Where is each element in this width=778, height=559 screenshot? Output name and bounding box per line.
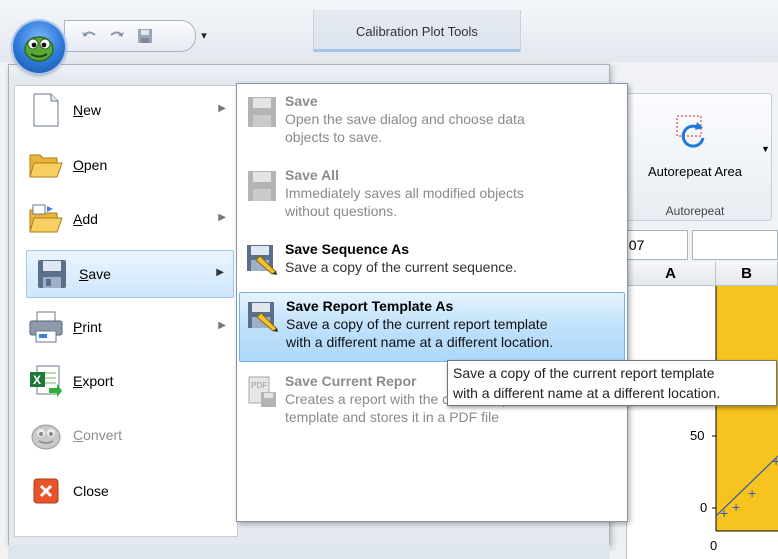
autorepeat-area-label: Autorepeat Area — [648, 164, 742, 179]
undo-icon[interactable] — [75, 22, 103, 50]
open-folder-icon — [21, 142, 71, 188]
autorepeat-area-button[interactable]: Autorepeat Area ▼ — [625, 100, 770, 192]
ribbon-group-label: Autorepeat — [665, 204, 725, 218]
x-tick-label: 0 — [710, 538, 718, 553]
submenu-item-save-all[interactable]: Save All Immediately saves all modified … — [239, 162, 623, 228]
column-header-a[interactable]: A — [626, 262, 716, 286]
menu-item-label: rint — [82, 319, 102, 335]
redo-icon[interactable] — [103, 22, 131, 50]
svg-text:+: + — [772, 453, 778, 469]
save-all-icon — [239, 162, 285, 228]
submenu-item-description: Open the save dialog and choose data — [285, 111, 525, 127]
mnemonic: P — [73, 319, 83, 335]
menu-item-label: dd — [82, 211, 98, 227]
submenu-item-description: Save a copy of the current sequence. — [285, 259, 517, 275]
save-as-pencil-icon — [239, 236, 285, 284]
autorepeat-area-icon — [676, 115, 705, 148]
mnemonic: N — [73, 102, 84, 118]
submenu-item-save[interactable]: Save Open the save dialog and choose dat… — [239, 88, 623, 154]
submenu-item-description: objects to save. — [285, 129, 383, 145]
app-logo-icon — [24, 36, 54, 62]
submenu-arrow-icon: ▶ — [216, 267, 224, 278]
svg-text:+: + — [732, 499, 740, 515]
printer-icon — [21, 304, 71, 350]
menu-item-close[interactable]: Close — [21, 468, 235, 514]
mnemonic: A — [73, 211, 83, 227]
app-menu-header — [9, 65, 609, 85]
pdf-save-icon: PDF — [239, 368, 285, 434]
menu-item-label: xport — [82, 373, 114, 389]
quick-access-toolbar — [64, 20, 196, 52]
save-icon — [27, 251, 77, 297]
submenu-item-description: Immediately saves all modified objects — [285, 185, 524, 201]
excel-export-icon: X — [21, 358, 71, 404]
spreadsheet-area[interactable]: A B + + + + 50 0 0 — [612, 262, 778, 559]
mnemonic: O — [73, 157, 84, 173]
mnemonic: E — [73, 373, 83, 389]
contextual-tab-header[interactable]: Calibration Plot Tools — [313, 10, 521, 52]
svg-text:+: + — [748, 485, 756, 501]
menu-item-label: Close — [73, 483, 109, 499]
svg-text:X: X — [33, 373, 41, 387]
mnemonic: S — [79, 266, 89, 282]
submenu-item-save-sequence-as[interactable]: Save Sequence As Save a copy of the curr… — [239, 236, 623, 284]
svg-text:+: + — [720, 505, 728, 521]
menu-item-open[interactable]: Open — [21, 142, 235, 188]
save-icon[interactable] — [131, 22, 159, 50]
app-menu-left-column: New ▶ Open Add ▶ Save ▶ Print ▶ X Export… — [14, 85, 238, 537]
application-menu: New ▶ Open Add ▶ Save ▶ Print ▶ X Export… — [8, 64, 628, 546]
submenu-item-description: template and stores it in a PDF file — [285, 409, 499, 425]
menu-item-label: pen — [83, 157, 108, 173]
application-menu-button[interactable] — [13, 21, 65, 73]
column-header-b[interactable]: B — [716, 262, 778, 286]
submenu-arrow-icon: ▶ — [218, 212, 226, 223]
calibration-plot[interactable]: + + + + 50 0 0 — [672, 286, 778, 559]
menu-item-convert[interactable]: Convert — [21, 412, 235, 458]
menu-item-label: ave — [88, 266, 111, 282]
add-folder-icon — [21, 196, 71, 242]
menu-item-save[interactable]: Save ▶ — [26, 250, 234, 298]
formula-bar[interactable] — [692, 230, 778, 260]
save-submenu: Save Open the save dialog and choose dat… — [236, 83, 628, 522]
y-tick-label: 0 — [700, 500, 708, 515]
submenu-item-title: Save — [285, 93, 318, 109]
menu-item-new[interactable]: New ▶ — [21, 87, 235, 133]
submenu-item-description: Save a copy of the current report templa… — [286, 316, 548, 332]
menu-item-print[interactable]: Print ▶ — [21, 304, 235, 350]
menu-item-label: onvert — [83, 427, 123, 443]
close-icon — [21, 468, 71, 514]
plot-axes: + + + + — [712, 286, 778, 532]
new-document-icon — [21, 87, 71, 133]
submenu-item-description: with a different name at a different loc… — [286, 334, 554, 350]
submenu-item-save-report-template-as[interactable]: Save Report Template As Save a copy of t… — [239, 292, 625, 362]
convert-icon — [21, 412, 71, 458]
submenu-arrow-icon: ▶ — [218, 320, 226, 331]
tooltip-line: Save a copy of the current report templa… — [453, 365, 715, 381]
app-menu-footer — [8, 545, 610, 559]
submenu-item-title: Save All — [285, 167, 339, 183]
save-as-pencil-icon — [240, 293, 286, 361]
y-tick-label: 50 — [690, 428, 705, 443]
qat-customize-dropdown-icon[interactable]: ▾ — [196, 24, 212, 46]
submenu-item-title: Save Sequence As — [285, 241, 409, 257]
mnemonic: C — [73, 427, 84, 443]
submenu-arrow-icon: ▶ — [218, 103, 226, 114]
menu-item-label: ew — [83, 102, 102, 118]
menu-item-export[interactable]: X Export — [21, 358, 235, 404]
tooltip-line: with a different name at a different loc… — [453, 385, 721, 401]
tooltip: Save a copy of the current report templa… — [447, 360, 777, 406]
submenu-item-title: Save Report Template As — [286, 298, 454, 314]
menu-item-add[interactable]: Add ▶ — [21, 196, 235, 242]
dropdown-arrow-icon[interactable]: ▼ — [761, 144, 770, 154]
submenu-item-description: without questions. — [285, 203, 398, 219]
ribbon-group-autorepeat: Autorepeat Area ▼ Autorepeat — [618, 93, 772, 221]
save-icon — [239, 88, 285, 154]
svg-text:PDF: PDF — [251, 381, 267, 390]
